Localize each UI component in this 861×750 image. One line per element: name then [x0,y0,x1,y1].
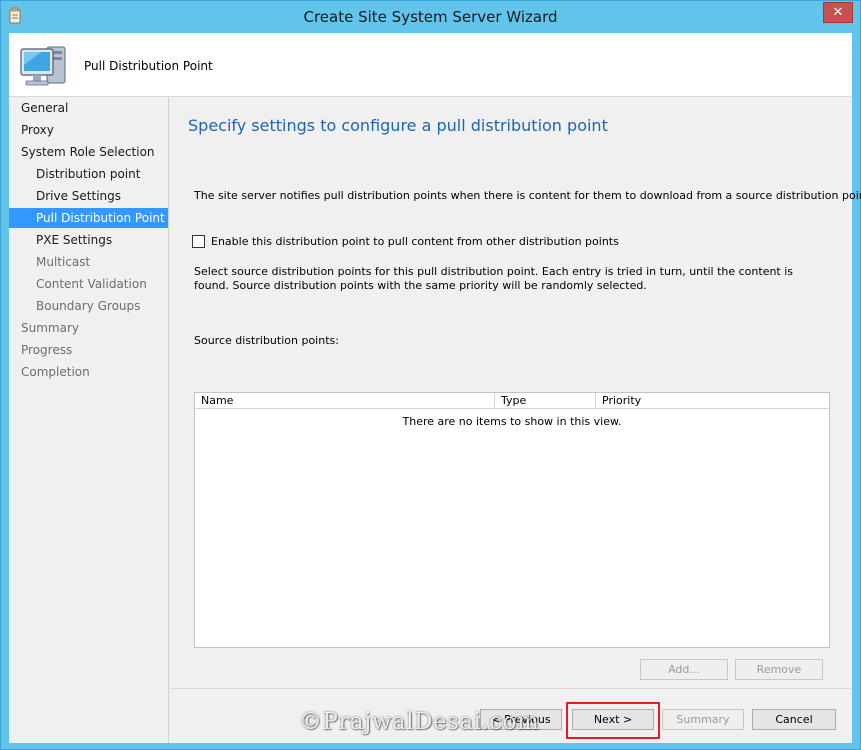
wizard-client-area: Pull Distribution Point General Proxy Sy… [9,33,861,743]
nav-item-system-role-selection[interactable]: System Role Selection [9,142,168,162]
source-selection-description: Select source distribution points for th… [194,265,794,292]
nav-item-pull-distribution-point[interactable]: Pull Distribution Point [9,208,168,228]
computer-monitor-icon [17,41,69,91]
notification-description: The site server notifies pull distributi… [194,189,861,202]
nav-item-general[interactable]: General [9,98,168,118]
wizard-header: Pull Distribution Point [9,33,852,97]
nav-item-progress: Progress [21,343,73,357]
wizard-content-pane: Specify settings to configure a pull dis… [170,98,861,688]
column-header-type[interactable]: Type [495,393,596,409]
enable-pull-checkbox[interactable] [192,235,205,248]
list-header: Name Type Priority [195,393,829,409]
header-title: Pull Distribution Point [84,59,213,73]
nav-item-distribution-point[interactable]: Distribution point [9,164,168,184]
nav-item-drive-settings[interactable]: Drive Settings [9,186,168,206]
nav-item-completion: Completion [21,365,90,379]
enable-pull-checkbox-label[interactable]: Enable this distribution point to pull c… [211,235,619,248]
add-button[interactable]: Add... [640,659,728,680]
window-title: Create Site System Server Wizard [303,8,558,26]
close-button[interactable]: ✕ [823,2,853,23]
list-empty-message: There are no items to show in this view. [402,415,622,428]
close-icon: ✕ [832,5,844,20]
next-button[interactable]: Next > [572,709,654,730]
nav-item-summary: Summary [21,321,79,335]
column-header-name[interactable]: Name [195,393,495,409]
nav-item-multicast: Multicast [36,255,91,269]
wizard-window: Create Site System Server Wizard ✕ Pull … [0,0,861,750]
title-bar[interactable]: Create Site System Server Wizard ✕ [1,1,860,33]
wizard-nav-pane: General Proxy System Role Selection Dist… [9,98,169,743]
copyright-watermark: ©PrajwalDesai.com [299,709,540,735]
cancel-button[interactable]: Cancel [752,709,836,730]
source-distribution-points-label: Source distribution points: [194,334,339,347]
source-distribution-points-list[interactable]: Name Type Priority There are no items to… [194,392,830,648]
nav-item-boundary-groups: Boundary Groups [36,299,141,313]
nav-item-proxy[interactable]: Proxy [9,120,168,140]
page-title: Specify settings to configure a pull dis… [188,116,608,135]
remove-button[interactable]: Remove [735,659,823,680]
column-header-priority[interactable]: Priority [596,393,829,409]
nav-item-content-validation: Content Validation [36,277,147,291]
nav-item-pxe-settings[interactable]: PXE Settings [9,230,168,250]
summary-button[interactable]: Summary [662,709,744,730]
